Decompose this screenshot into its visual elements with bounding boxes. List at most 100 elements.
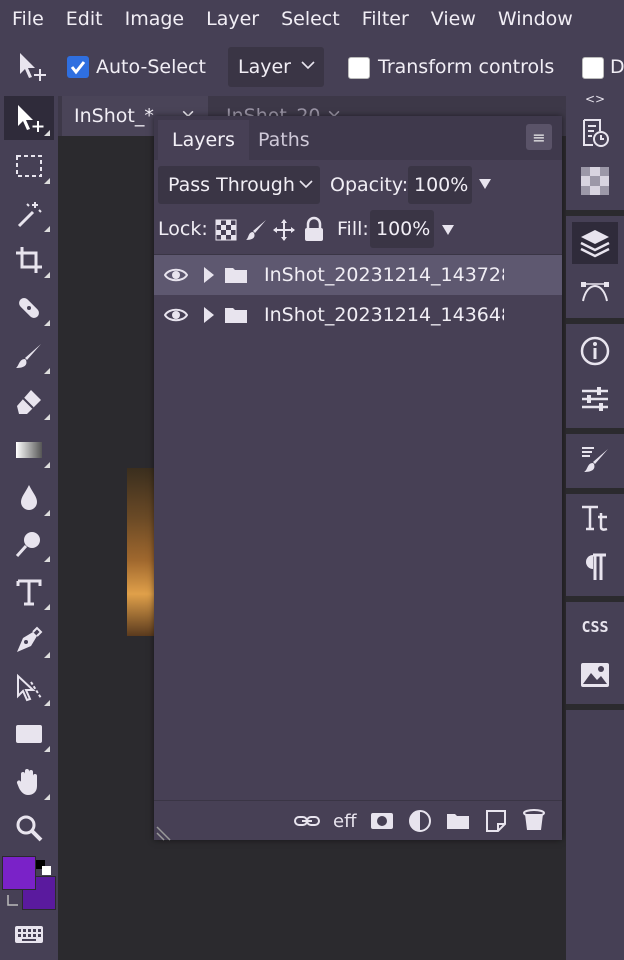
- tool-expand-indicator: [44, 794, 50, 800]
- crop-tool[interactable]: [4, 238, 54, 282]
- path-select-tool[interactable]: [4, 666, 54, 710]
- magic-wand-tool[interactable]: [4, 192, 54, 236]
- image-panel-button[interactable]: [572, 654, 618, 696]
- crop-icon: [16, 247, 42, 273]
- adjustments-panel-button[interactable]: [572, 378, 618, 420]
- tab-layers[interactable]: Layers: [158, 120, 249, 160]
- auto-select-checkbox[interactable]: [67, 56, 89, 78]
- tools-panel: [0, 96, 58, 960]
- panel-separator: [566, 488, 624, 494]
- layers-panel-button[interactable]: [572, 222, 618, 264]
- tool-expand-indicator: [44, 414, 50, 420]
- history-panel-button[interactable]: [572, 112, 618, 154]
- panel-separator: [566, 428, 624, 434]
- menu-image[interactable]: Image: [114, 8, 196, 30]
- tool-expand-indicator: [44, 178, 50, 184]
- foreground-color-swatch[interactable]: [2, 856, 36, 890]
- delete-layer-icon[interactable]: [522, 808, 546, 836]
- menu-filter[interactable]: Filter: [351, 8, 420, 30]
- adjustment-layer-icon[interactable]: [408, 809, 432, 837]
- bezier-curve-icon: [581, 282, 609, 302]
- fill-dropdown-icon[interactable]: [441, 222, 455, 241]
- swap-colors-icon[interactable]: [6, 892, 20, 906]
- hand-tool[interactable]: [4, 760, 54, 804]
- layer-row[interactable]: InShot_20231214_1437285: [154, 255, 562, 295]
- transform-controls-checkbox[interactable]: [348, 57, 370, 79]
- healing-tool[interactable]: [4, 286, 54, 330]
- resize-handle-icon[interactable]: [156, 823, 174, 845]
- menu-select[interactable]: Select: [270, 8, 351, 30]
- keyboard-icon: [15, 926, 43, 943]
- brush-tool[interactable]: [4, 334, 54, 378]
- extra-option-checkbox[interactable]: [582, 57, 604, 79]
- panel-menu-button[interactable]: ≡: [526, 124, 552, 150]
- eye-icon[interactable]: [163, 265, 189, 289]
- blend-mode-dropdown[interactable]: Pass Through: [158, 166, 320, 204]
- type-tool[interactable]: [4, 570, 54, 614]
- gradient-tool[interactable]: [4, 428, 54, 472]
- panel-tabs: Layers Paths ≡: [154, 116, 562, 160]
- panel-separator: [566, 210, 624, 216]
- expand-arrow-icon[interactable]: [202, 265, 216, 289]
- new-group-icon[interactable]: [446, 810, 470, 836]
- menu-layer[interactable]: Layer: [195, 8, 270, 30]
- new-layer-icon[interactable]: [484, 809, 508, 837]
- paths-panel-button[interactable]: [572, 270, 618, 312]
- tool-expand-indicator: [44, 272, 50, 278]
- character-panel-button[interactable]: [572, 498, 618, 540]
- menu-file[interactable]: File: [0, 8, 55, 30]
- lock-all-icon[interactable]: [302, 216, 326, 246]
- zoom-tool[interactable]: [4, 806, 54, 850]
- layer-name: InShot_20231214_1436489: [264, 304, 504, 326]
- collapse-panels-button[interactable]: <>: [585, 92, 605, 106]
- menu-view[interactable]: View: [420, 8, 487, 30]
- eye-icon[interactable]: [163, 305, 189, 329]
- info-panel-button[interactable]: [572, 330, 618, 372]
- brush-settings-icon: [582, 447, 608, 472]
- folder-icon: [224, 265, 248, 289]
- fill-input[interactable]: 100%: [370, 210, 434, 248]
- path-select-icon: [17, 673, 42, 702]
- sliders-icon: [582, 387, 608, 411]
- layer-mask-icon[interactable]: [370, 810, 394, 836]
- menu-window[interactable]: Window: [487, 8, 584, 30]
- folder-icon: [224, 305, 248, 329]
- swatches-panel-button[interactable]: [572, 160, 618, 202]
- blur-tool[interactable]: [4, 476, 54, 520]
- layer-effects-icon[interactable]: eff: [332, 807, 358, 837]
- dodge-tool[interactable]: [4, 522, 54, 566]
- tool-expand-indicator: [44, 700, 50, 706]
- lock-pixels-icon[interactable]: [244, 218, 268, 246]
- move-tool[interactable]: [4, 96, 54, 140]
- layer-row[interactable]: InShot_20231214_1436489: [154, 295, 562, 335]
- expand-arrow-icon[interactable]: [202, 305, 216, 329]
- paragraph-icon: [586, 553, 606, 580]
- auto-select-target-dropdown[interactable]: Layer: [228, 47, 324, 87]
- default-colors-icon[interactable]: [36, 860, 52, 876]
- canvas-image[interactable]: [127, 468, 157, 636]
- layers-panel: Layers Paths ≡ Pass Through Opacity: 100…: [154, 116, 562, 841]
- paragraph-panel-button[interactable]: [572, 546, 618, 588]
- menu-edit[interactable]: Edit: [55, 8, 114, 30]
- opacity-input[interactable]: 100%: [408, 166, 472, 204]
- color-swatches: [2, 856, 56, 912]
- swatches-icon: [581, 167, 609, 195]
- css-panel-button[interactable]: CSS: [572, 606, 618, 648]
- drop-icon: [21, 485, 37, 510]
- lock-transparency-icon[interactable]: [214, 218, 238, 246]
- fill-value: 100%: [376, 218, 431, 240]
- pen-icon: [17, 626, 43, 652]
- keyboard-button[interactable]: [4, 912, 54, 956]
- layers-icon: [580, 230, 610, 258]
- brush-settings-panel-button[interactable]: [572, 438, 618, 480]
- marquee-tool[interactable]: [4, 144, 54, 188]
- rectangle-tool[interactable]: [4, 712, 54, 756]
- lock-position-icon[interactable]: [272, 218, 296, 246]
- pen-tool[interactable]: [4, 618, 54, 662]
- link-layers-icon[interactable]: [294, 811, 320, 835]
- tab-paths[interactable]: Paths: [244, 120, 324, 160]
- auto-select-target-value: Layer: [238, 56, 291, 78]
- marquee-icon: [16, 155, 42, 177]
- opacity-dropdown-icon[interactable]: [478, 176, 492, 195]
- eraser-tool[interactable]: [4, 380, 54, 424]
